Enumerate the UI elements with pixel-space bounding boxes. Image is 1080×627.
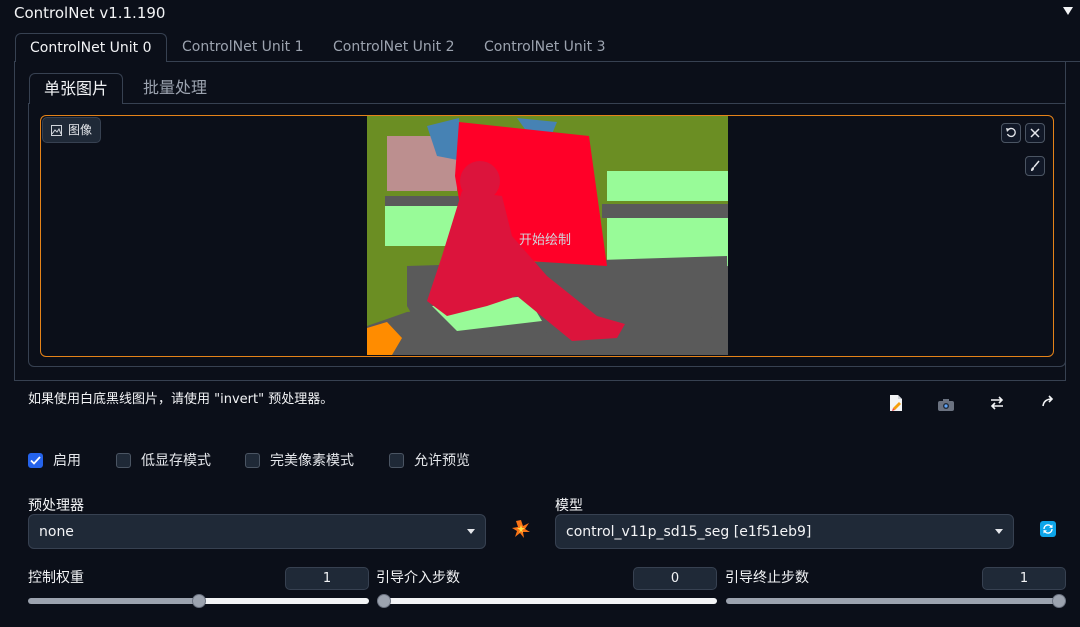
control-weight-slider-thumb[interactable] [191, 594, 206, 608]
guidance-end-slider-thumb[interactable] [1052, 594, 1066, 608]
pixel-perfect-checkbox[interactable]: 完美像素模式 [245, 450, 354, 470]
tab-controlnet-unit-1[interactable]: ControlNet Unit 1 [168, 33, 318, 61]
control-weight-number[interactable]: 1 [285, 567, 369, 590]
model-dropdown[interactable]: control_v11p_sd15_seg [e1f51eb9] [555, 514, 1014, 549]
guidance-start-slider[interactable] [377, 598, 717, 604]
checkbox-box[interactable] [245, 452, 260, 468]
enable-checkbox[interactable]: 启用 [28, 450, 81, 470]
control-weight-label: 控制权重 [28, 570, 84, 586]
model-label: 模型 [555, 498, 583, 514]
guidance-start-number[interactable]: 0 [633, 567, 717, 590]
checkbox-checked-icon[interactable] [28, 452, 43, 468]
explosion-icon[interactable] [511, 519, 531, 543]
preprocessor-dropdown[interactable]: none [28, 514, 486, 549]
allow-preview-label: 允许预览 [414, 453, 470, 469]
undo-icon[interactable] [1001, 123, 1021, 143]
image-icon [51, 124, 62, 136]
pixel-perfect-label: 完美像素模式 [270, 453, 354, 469]
guidance-start-label: 引导介入步数 [376, 570, 460, 586]
model-value: control_v11p_sd15_seg [e1f51eb9] [566, 523, 812, 540]
tab-controlnet-unit-0[interactable]: ControlNet Unit 0 [15, 33, 167, 62]
accordion-title[interactable]: ControlNet v1.1.190 [14, 4, 165, 22]
new-canvas-icon[interactable] [883, 390, 909, 416]
checkbox-box[interactable] [116, 452, 131, 468]
guidance-end-slider[interactable] [726, 598, 1066, 604]
image-label: 图像 [42, 117, 102, 143]
allow-preview-checkbox[interactable]: 允许预览 [389, 450, 470, 470]
chevron-down-icon [995, 529, 1003, 534]
collapse-triangle-icon[interactable] [1062, 3, 1074, 21]
brush-icon[interactable] [1025, 156, 1045, 176]
tab-controlnet-unit-2[interactable]: ControlNet Unit 2 [319, 33, 469, 61]
tab-batch[interactable]: 批量处理 [129, 73, 221, 103]
chevron-down-icon [467, 529, 475, 534]
guidance-end-label: 引导终止步数 [725, 570, 809, 586]
enable-label: 启用 [53, 453, 81, 469]
preprocessor-label: 预处理器 [28, 498, 84, 514]
close-icon[interactable] [1025, 123, 1045, 143]
preprocessor-value: none [39, 523, 74, 540]
tab-controlnet-unit-3[interactable]: ControlNet Unit 3 [470, 33, 620, 61]
start-drawing-hint: 开始绘制 [519, 233, 572, 248]
low-vram-checkbox[interactable]: 低显存模式 [116, 450, 211, 470]
guidance-end-number[interactable]: 1 [982, 567, 1066, 590]
guidance-start-slider-thumb[interactable] [377, 594, 391, 608]
invert-hint-text: 如果使用白底黑线图片，请使用 "invert" 预处理器。 [28, 392, 334, 407]
send-dimensions-icon[interactable] [1035, 388, 1061, 414]
refresh-icon[interactable] [1040, 521, 1056, 537]
swap-icon[interactable] [984, 390, 1010, 416]
camera-icon[interactable] [933, 392, 959, 418]
image-label-text: 图像 [68, 123, 93, 137]
tab-single-image[interactable]: 单张图片 [29, 73, 124, 104]
low-vram-label: 低显存模式 [141, 453, 211, 469]
checkbox-box[interactable] [389, 452, 404, 468]
